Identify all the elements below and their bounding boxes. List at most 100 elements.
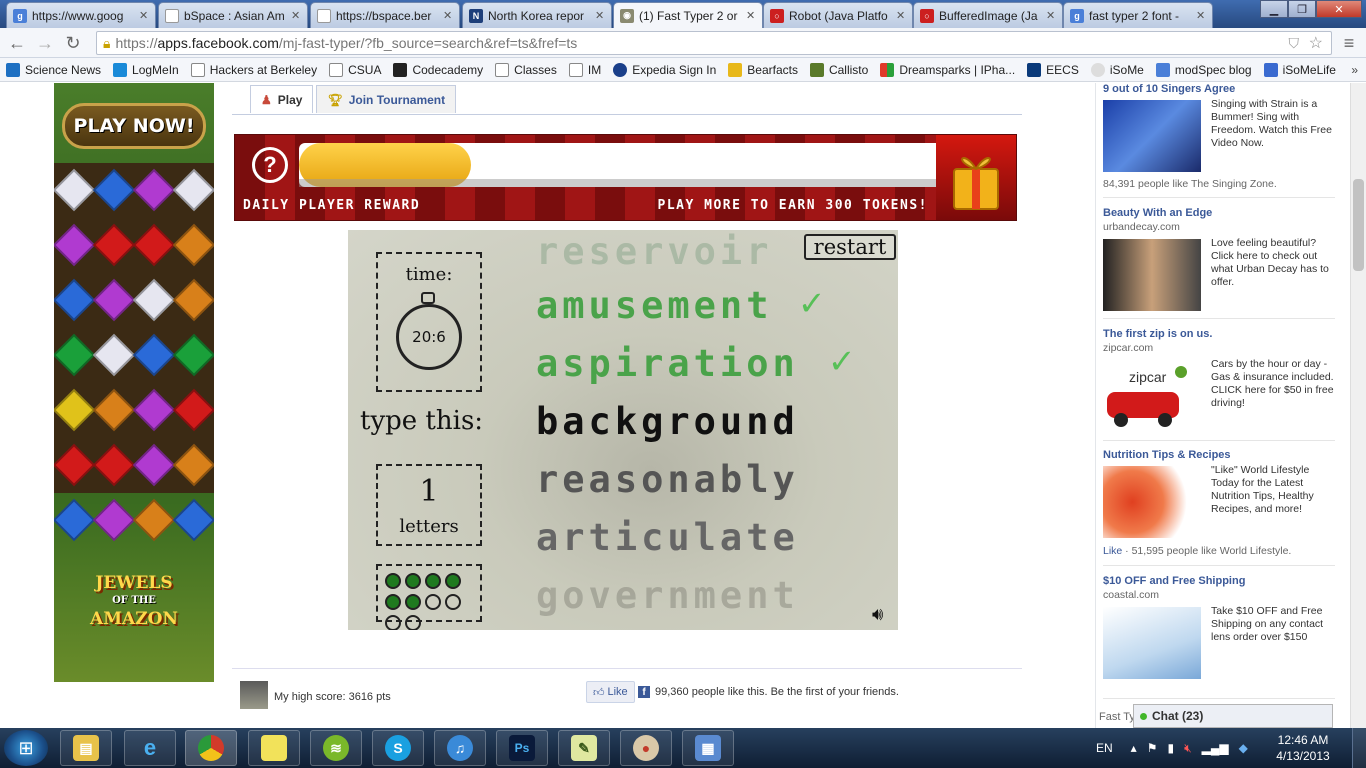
fast-typer-link[interactable]: Fast Ty <box>1099 711 1135 723</box>
clock[interactable]: 12:46 AM 4/13/2013 <box>1270 732 1336 764</box>
close-icon[interactable]: ✕ <box>291 9 301 22</box>
more-bookmarks-icon[interactable]: » <box>1351 63 1358 77</box>
life-full <box>405 594 421 610</box>
browser-tab[interactable]: ○ Robot (Java Platfo ✕ <box>763 2 913 28</box>
window-close-button[interactable]: ✕ <box>1316 0 1362 18</box>
gem-icon <box>172 223 214 267</box>
close-icon[interactable]: ✕ <box>1046 9 1056 22</box>
show-desktop-button[interactable] <box>1352 728 1366 768</box>
close-icon[interactable]: ✕ <box>595 9 605 22</box>
reward-progress-track <box>299 143 937 187</box>
volume-muted-icon[interactable]: 🔇︎ <box>1184 741 1192 756</box>
menu-icon[interactable]: ≡ <box>1338 32 1360 54</box>
bookmark[interactable]: Hackers at Berkeley <box>190 62 317 77</box>
jewels-ad-banner[interactable]: PLAY NOW! JEWELS OF THE AMAZON <box>54 83 214 682</box>
bookmarks-bar: Science News LogMeIn Hackers at Berkeley… <box>0 58 1366 82</box>
bookmark[interactable]: EECS <box>1027 62 1079 77</box>
bookmark[interactable]: Bearfacts <box>728 62 798 77</box>
tab-join-tournament[interactable]: 🏆︎ Join Tournament <box>316 85 457 113</box>
address-bar[interactable]: 🔒︎ https://apps.facebook.com/mj-fast-typ… <box>96 31 1332 55</box>
browser-tab-active[interactable]: ◉ (1) Fast Typer 2 or ✕ <box>613 2 763 28</box>
maximize-button[interactable]: ❐ <box>1288 0 1316 18</box>
bookmark[interactable]: Codecademy <box>393 62 483 77</box>
gem-icon <box>92 168 136 212</box>
ad-nutrition[interactable]: Nutrition Tips & Recipes "Like" World Li… <box>1103 449 1335 557</box>
scrollbar-thumb[interactable] <box>1353 179 1364 271</box>
start-button[interactable]: ⊞ <box>4 730 48 766</box>
browser-tab[interactable]: g fast typer 2 font - ✕ <box>1063 2 1213 28</box>
back-arrow-icon[interactable]: ← <box>6 32 28 54</box>
word-current: background <box>536 400 799 443</box>
close-icon[interactable]: ✕ <box>896 9 906 22</box>
flag-icon[interactable]: ⚑ <box>1147 741 1158 755</box>
like-button[interactable]: 👍︎ Like <box>586 681 635 703</box>
taskbar-control-panel[interactable]: ▦ <box>682 730 734 766</box>
taskbar-photoshop[interactable]: Ps <box>496 730 548 766</box>
bookmark[interactable]: iSoMe <box>1090 62 1144 77</box>
tab-play[interactable]: ♟ Play <box>250 85 314 113</box>
fast-typer-game[interactable]: reservoir restart amusement ✓ aspiration… <box>348 230 898 630</box>
browser-toolbar: ← → ↻ 🔒︎ https://apps.facebook.com/mj-fa… <box>0 28 1366 58</box>
browser-tab[interactable]: https://bspace.ber ✕ <box>310 2 460 28</box>
chat-bar[interactable]: Chat (23) <box>1133 704 1333 728</box>
taskbar-explorer[interactable]: ▤ <box>60 730 112 766</box>
close-icon[interactable]: ✕ <box>443 9 453 22</box>
taskbar-chrome[interactable] <box>185 730 237 766</box>
help-icon[interactable]: ? <box>252 147 288 183</box>
restart-button[interactable]: restart <box>804 234 896 260</box>
chevron-up-icon[interactable]: ▴ <box>1131 741 1137 755</box>
taskbar-notepad[interactable]: ✎ <box>558 730 610 766</box>
bookmark[interactable]: modSpec blog <box>1155 62 1252 77</box>
online-dot-icon <box>1140 712 1147 720</box>
browser-tab[interactable]: N North Korea repor ✕ <box>462 2 612 28</box>
google-icon: g <box>1070 8 1084 23</box>
taskbar-spotify[interactable]: ≋ <box>310 730 362 766</box>
star-icon[interactable]: ☆ <box>1309 33 1323 53</box>
close-icon[interactable]: ✕ <box>746 9 756 22</box>
bookmark[interactable]: LogMeIn <box>113 62 179 77</box>
bookmark[interactable]: IM <box>568 62 601 77</box>
taskbar-skype[interactable]: S <box>372 730 424 766</box>
bookmark-icon <box>113 62 128 77</box>
play-now-button[interactable]: PLAY NOW! <box>62 103 206 149</box>
browser-tab[interactable]: g https://www.goog ✕ <box>6 2 156 28</box>
browser-tab[interactable]: bSpace : Asian Am ✕ <box>158 2 308 28</box>
close-icon[interactable]: ✕ <box>139 9 149 22</box>
avatar[interactable] <box>240 681 268 709</box>
gem-icon <box>54 223 96 267</box>
bookmark[interactable]: Expedia Sign In <box>613 62 716 77</box>
taskbar-itunes[interactable]: ♫ <box>434 730 486 766</box>
minimize-button[interactable]: ▁ <box>1260 0 1288 18</box>
battery-icon[interactable]: ▮ <box>1167 741 1174 755</box>
language-indicator[interactable]: EN <box>1096 741 1113 755</box>
ad-singing[interactable]: 9 out of 10 Singers Agree Singing with S… <box>1103 83 1335 190</box>
browser-tab[interactable]: ○ BufferedImage (Ja ✕ <box>913 2 1063 28</box>
taskbar-paint[interactable]: ● <box>620 730 672 766</box>
taskbar-ie[interactable]: e <box>124 730 176 766</box>
speaker-icon[interactable]: 🔊︎ <box>872 604 883 625</box>
ie-icon: e <box>143 735 157 760</box>
forward-arrow-icon[interactable]: → <box>34 32 56 54</box>
lock-icon: 🔒︎ <box>103 34 111 51</box>
ad-zipcar[interactable]: The first zip is on us. zipcar.com zipca… <box>1103 328 1335 432</box>
bookmark-icon <box>728 62 743 77</box>
bookmark[interactable]: Callisto <box>809 62 868 77</box>
vertical-scrollbar[interactable] <box>1350 83 1366 728</box>
network-icon[interactable]: ▂▄▆ <box>1202 741 1229 755</box>
shield-icon[interactable]: ⛉ <box>1289 35 1300 52</box>
svg-text:zipcar: zipcar <box>1129 369 1167 385</box>
ad-coastal[interactable]: $10 OFF and Free Shipping coastal.com Ta… <box>1103 575 1335 679</box>
divider <box>1103 197 1335 198</box>
bookmark[interactable]: Classes <box>495 62 557 77</box>
close-icon[interactable]: ✕ <box>1196 9 1206 22</box>
bookmark[interactable]: CSUA <box>329 62 381 77</box>
bookmark[interactable]: Science News <box>6 62 101 77</box>
taskbar-stickies[interactable] <box>248 730 300 766</box>
bookmark[interactable]: Dreamsparks | IPha... <box>880 62 1015 77</box>
bookmark[interactable]: iSoMeLife <box>1263 62 1336 77</box>
like-link[interactable]: Like <box>1103 545 1122 557</box>
reload-icon[interactable]: ↻ <box>62 32 84 54</box>
life-full <box>425 573 441 589</box>
dropbox-icon[interactable]: ◆ <box>1239 741 1248 755</box>
ad-urban-decay[interactable]: Beauty With an Edge urbandecay.com Love … <box>1103 207 1335 311</box>
